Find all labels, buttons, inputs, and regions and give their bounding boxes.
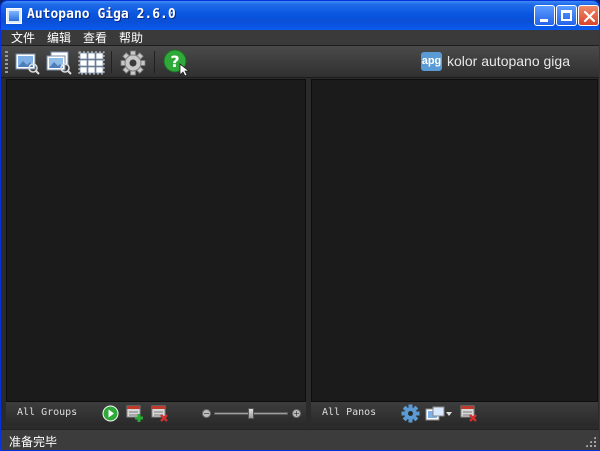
menu-file[interactable]: 文件 [11, 30, 35, 46]
brand-name: kolor autopano giga [447, 53, 570, 69]
import-images-icon [46, 51, 72, 75]
detect-panoramas-icon [78, 51, 105, 75]
remove-group-button[interactable] [151, 405, 169, 422]
maximize-icon [561, 10, 572, 21]
panos-filter-label[interactable]: All Panos [322, 407, 376, 418]
minimize-icon [540, 19, 548, 22]
help-icon: ? [163, 49, 191, 77]
thumbnail-size-slider-handle[interactable] [248, 408, 254, 419]
status-message: 准备完毕 [9, 435, 58, 449]
title-bar[interactable]: Autopano Giga 2.6.0 [1, 1, 599, 30]
close-button[interactable] [578, 5, 599, 26]
menu-bar: 文件 编辑 查看 帮助 [1, 30, 599, 46]
groups-panel[interactable] [6, 79, 306, 402]
import-images-button[interactable] [45, 48, 73, 76]
maximize-button[interactable] [556, 5, 577, 26]
menu-view[interactable]: 查看 [83, 30, 107, 46]
settings-button[interactable] [119, 48, 147, 76]
add-group-button[interactable] [126, 405, 144, 422]
status-bar: 准备完毕 [1, 429, 599, 450]
close-icon [583, 10, 596, 23]
app-window: Autopano Giga 2.6.0 文件 编辑 查看 帮助 ? apg ko… [0, 0, 600, 451]
run-render-button[interactable] [102, 405, 119, 422]
panos-panel[interactable] [311, 79, 598, 402]
edit-pano-icon [425, 406, 452, 421]
help-button[interactable]: ? [162, 48, 191, 77]
settings-gear-icon [401, 404, 420, 423]
remove-pano-button[interactable] [460, 405, 478, 422]
plus-icon: + [293, 409, 300, 418]
minus-icon: − [203, 409, 210, 418]
groups-toolbar: All Groups − + [6, 402, 306, 425]
detect-panoramas-button[interactable] [78, 48, 106, 76]
minimize-button[interactable] [534, 5, 555, 26]
render-settings-button[interactable] [401, 404, 420, 423]
app-icon[interactable] [6, 8, 22, 24]
toolbar-separator [154, 51, 155, 73]
remove-group-icon [151, 405, 168, 422]
select-folder-button[interactable] [13, 48, 41, 76]
zoom-in-button[interactable]: + [292, 409, 301, 418]
add-group-icon [126, 405, 143, 422]
resize-grip-icon[interactable] [585, 436, 596, 447]
settings-gear-icon [120, 50, 146, 76]
menu-edit[interactable]: 编辑 [47, 30, 71, 46]
brand-badge: apg [421, 52, 442, 71]
toolbar-separator [111, 51, 112, 73]
svg-text:?: ? [170, 52, 179, 71]
toolbar-grip[interactable] [5, 51, 8, 75]
groups-filter-label[interactable]: All Groups [17, 407, 77, 418]
panos-toolbar: All Panos [311, 402, 598, 425]
menu-help[interactable]: 帮助 [119, 30, 143, 46]
window-title: Autopano Giga 2.6.0 [27, 7, 176, 22]
zoom-out-button[interactable]: − [202, 409, 211, 418]
edit-pano-dropdown[interactable] [425, 406, 453, 422]
play-icon [102, 405, 119, 422]
remove-pano-icon [460, 405, 477, 422]
select-folder-icon [15, 53, 40, 75]
